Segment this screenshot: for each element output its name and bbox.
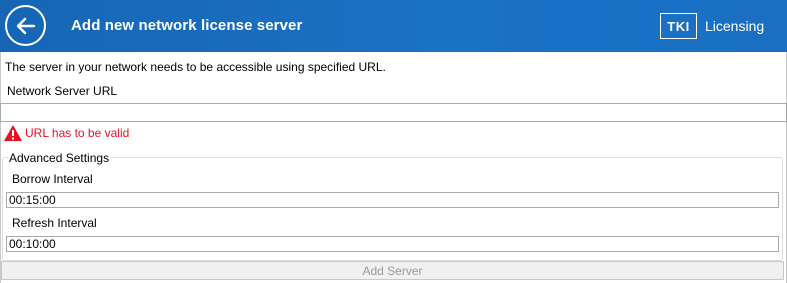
borrow-interval-input[interactable]	[6, 192, 779, 208]
add-server-button[interactable]: Add Server	[1, 261, 784, 280]
brand-logo: TKI	[660, 13, 697, 39]
url-input[interactable]	[0, 103, 787, 122]
borrow-interval-label: Borrow Interval	[12, 172, 93, 186]
validation-error: URL has to be valid	[3, 123, 129, 143]
intro-text: The server in your network needs to be a…	[5, 60, 386, 74]
title-bar: Add new network license server TKI Licen…	[0, 0, 787, 52]
arrow-left-icon	[16, 17, 35, 34]
page-title: Add new network license server	[71, 17, 303, 34]
url-label: Network Server URL	[7, 84, 118, 98]
warning-icon	[4, 125, 22, 141]
advanced-settings-legend: Advanced Settings	[8, 151, 111, 165]
brand: TKI Licensing	[660, 12, 764, 40]
refresh-interval-label: Refresh Interval	[12, 216, 97, 230]
back-button[interactable]	[5, 5, 46, 46]
error-text: URL has to be valid	[25, 126, 130, 140]
refresh-interval-input[interactable]	[6, 236, 779, 252]
brand-name: Licensing	[705, 18, 765, 34]
